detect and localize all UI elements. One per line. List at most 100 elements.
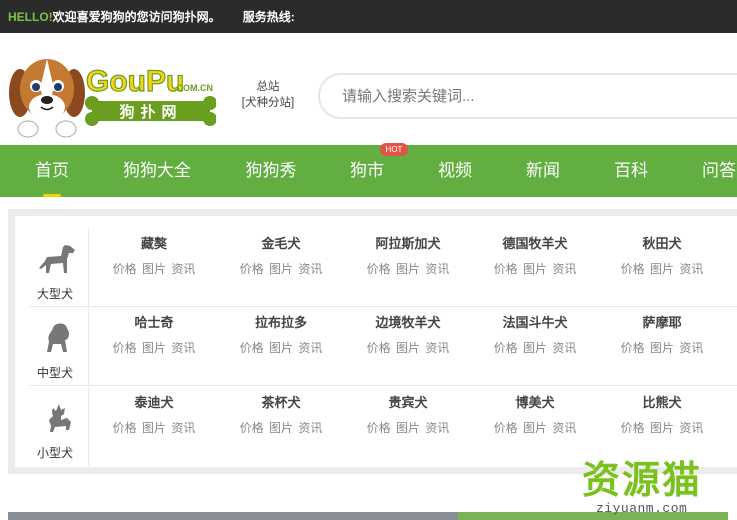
news-link[interactable]: 资讯	[679, 262, 703, 276]
news-link[interactable]: 资讯	[298, 341, 322, 355]
price-link[interactable]: 价格	[494, 262, 518, 276]
photos-link[interactable]: 图片	[269, 262, 293, 276]
breed-name-link[interactable]: 阿拉斯加犬	[343, 233, 473, 255]
breed-name-link[interactable]: 博美犬	[470, 392, 600, 414]
news-link[interactable]: 资讯	[679, 421, 703, 435]
nav-item-dog-show[interactable]: 狗狗秀	[232, 145, 310, 197]
news-link[interactable]: 资讯	[679, 341, 703, 355]
breed-item: 拉布拉多 价格 图片 资讯	[216, 312, 346, 359]
news-link[interactable]: 资讯	[171, 421, 195, 435]
price-link[interactable]: 价格	[621, 262, 645, 276]
service-hotline-label: 服务热线:	[242, 10, 295, 24]
photos-link[interactable]: 图片	[142, 341, 166, 355]
photos-link[interactable]: 图片	[523, 262, 547, 276]
news-link[interactable]: 资讯	[552, 341, 576, 355]
news-link[interactable]: 资讯	[171, 341, 195, 355]
price-link[interactable]: 价格	[494, 341, 518, 355]
search-input[interactable]	[320, 75, 737, 117]
news-link[interactable]: 资讯	[425, 341, 449, 355]
nav-item-dog-encyclopedia[interactable]: 狗狗大全	[110, 145, 204, 197]
price-link[interactable]: 价格	[494, 421, 518, 435]
main-site-link[interactable]: 总站	[234, 79, 302, 95]
breed-name-link[interactable]: 金毛犬	[216, 233, 346, 255]
breed-item: 哈士奇 价格 图片 资讯	[89, 312, 219, 359]
photos-link[interactable]: 图片	[142, 421, 166, 435]
breed-row-small: 小型犬 泰迪犬 价格 图片 资讯 茶杯犬 价格 图片 资讯 贵宾犬 价格 图片 …	[29, 388, 737, 466]
news-link[interactable]: 资讯	[298, 262, 322, 276]
breed-name-link[interactable]: 藏獒	[89, 233, 219, 255]
site-switcher[interactable]: 总站 [犬种分站]	[234, 79, 302, 111]
news-link[interactable]: 资讯	[171, 262, 195, 276]
price-link[interactable]: 价格	[621, 421, 645, 435]
breed-name-link[interactable]: 贵宾犬	[343, 392, 473, 414]
logo-domain-text: .COM.CN	[174, 83, 213, 93]
breed-name-link[interactable]: 哈士奇	[89, 312, 219, 334]
price-link[interactable]: 价格	[113, 262, 137, 276]
breed-name-link[interactable]: 茶杯犬	[216, 392, 346, 414]
breed-name-link[interactable]: 法国斗牛犬	[470, 312, 600, 334]
breed-row-medium: 中型犬 哈士奇 价格 图片 资讯 拉布拉多 价格 图片 资讯 边境牧羊犬 价格 …	[29, 308, 737, 386]
photos-link[interactable]: 图片	[142, 262, 166, 276]
breed-name-link[interactable]: 边境牧羊犬	[343, 312, 473, 334]
breed-name-link[interactable]: 德国牧羊犬	[470, 233, 600, 255]
nav-item-wiki[interactable]: 百科	[602, 145, 660, 197]
hello-text: HELLO!	[8, 9, 53, 24]
nav-item-video[interactable]: 视频	[426, 145, 484, 197]
watermark-url: ziyuanm.com	[596, 501, 688, 516]
site-logo[interactable]: GouPu .COM.CN 狗扑网	[6, 49, 217, 141]
price-link[interactable]: 价格	[367, 421, 391, 435]
photos-link[interactable]: 图片	[650, 341, 674, 355]
category-label: 小型犬	[36, 446, 73, 460]
nav-item-news[interactable]: 新闻	[514, 145, 572, 197]
hot-badge: HOT	[380, 143, 408, 156]
breed-item: 秋田犬 价格 图片 资讯	[597, 233, 727, 280]
breed-subsite-link[interactable]: [犬种分站]	[234, 95, 302, 111]
photos-link[interactable]: 图片	[396, 262, 420, 276]
news-link[interactable]: 资讯	[425, 262, 449, 276]
welcome-text: 欢迎喜爱狗狗的您访问狗扑网。	[52, 10, 221, 24]
nav-item-home[interactable]: 首页	[20, 145, 84, 197]
breed-name-link[interactable]: 萨摩耶	[597, 312, 727, 334]
photos-link[interactable]: 图片	[269, 341, 293, 355]
search-box[interactable]	[318, 73, 737, 119]
nav-item-qa[interactable]: 问答	[690, 145, 737, 197]
logo-chinese-name: 狗扑网	[119, 103, 182, 121]
breed-panel: 大型犬 藏獒 价格 图片 资讯 金毛犬 价格 图片 资讯 阿拉斯加犬 价格 图片…	[8, 209, 737, 474]
category-medium[interactable]: 中型犬	[29, 308, 89, 386]
breed-item: 德国牧羊犬 价格 图片 资讯	[470, 233, 600, 280]
breed-name-link[interactable]: 泰迪犬	[89, 392, 219, 414]
price-link[interactable]: 价格	[367, 262, 391, 276]
category-small[interactable]: 小型犬	[29, 388, 89, 466]
main-nav: 首页 狗狗大全 狗狗秀 狗市 视频 新闻 百科 问答	[0, 145, 737, 197]
breed-name-link[interactable]: 拉布拉多	[216, 312, 346, 334]
price-link[interactable]: 价格	[621, 341, 645, 355]
category-large[interactable]: 大型犬	[29, 229, 89, 307]
small-dog-icon	[49, 404, 71, 432]
breed-name-link[interactable]: 秋田犬	[597, 233, 727, 255]
photos-link[interactable]: 图片	[269, 421, 293, 435]
watermark: 资源猫 ziyuanm.com	[582, 460, 712, 516]
breed-name-link[interactable]: 比熊犬	[597, 392, 727, 414]
price-link[interactable]: 价格	[240, 341, 264, 355]
photos-link[interactable]: 图片	[396, 341, 420, 355]
breed-item: 比熊犬 价格 图片 资讯	[597, 392, 727, 439]
large-dog-icon	[39, 245, 75, 273]
photos-link[interactable]: 图片	[396, 421, 420, 435]
price-link[interactable]: 价格	[240, 421, 264, 435]
breed-item: 阿拉斯加犬 价格 图片 资讯	[343, 233, 473, 280]
news-link[interactable]: 资讯	[425, 421, 449, 435]
news-link[interactable]: 资讯	[552, 262, 576, 276]
news-link[interactable]: 资讯	[552, 421, 576, 435]
news-link[interactable]: 资讯	[298, 421, 322, 435]
photos-link[interactable]: 图片	[523, 341, 547, 355]
price-link[interactable]: 价格	[113, 341, 137, 355]
category-label: 大型犬	[36, 287, 73, 301]
price-link[interactable]: 价格	[367, 341, 391, 355]
price-link[interactable]: 价格	[113, 421, 137, 435]
breed-item: 金毛犬 价格 图片 资讯	[216, 233, 346, 280]
photos-link[interactable]: 图片	[650, 262, 674, 276]
breed-item: 博美犬 价格 图片 资讯	[470, 392, 600, 439]
photos-link[interactable]: 图片	[650, 421, 674, 435]
photos-link[interactable]: 图片	[523, 421, 547, 435]
price-link[interactable]: 价格	[240, 262, 264, 276]
